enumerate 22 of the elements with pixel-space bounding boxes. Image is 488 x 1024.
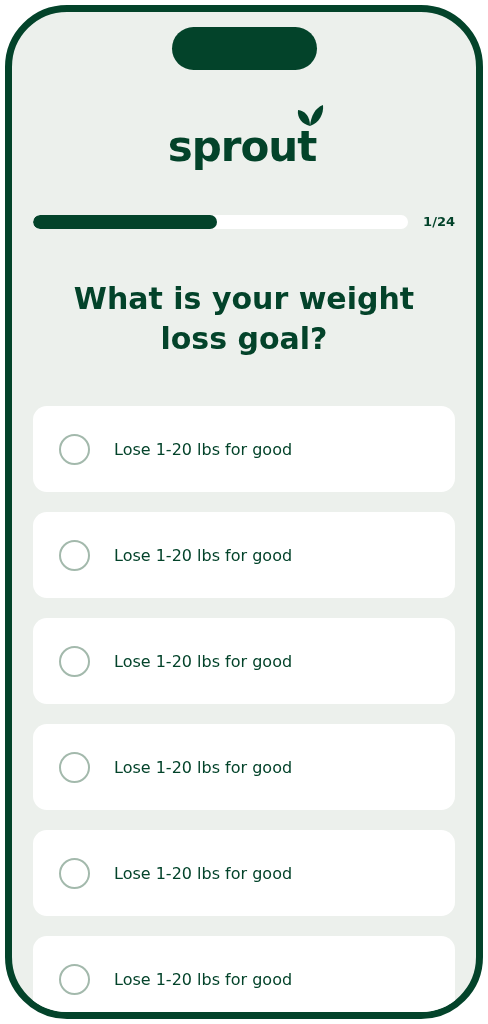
radio-button[interactable]: [59, 857, 90, 889]
radio-button[interactable]: [59, 751, 90, 783]
question-title: What is your weight loss goal?: [72, 280, 416, 358]
radio-button[interactable]: [59, 645, 90, 677]
option-label: Lose 1-20 lbs for good: [114, 757, 293, 777]
option-card[interactable]: Lose 1-20 lbs for good: [33, 936, 455, 1012]
option-label: Lose 1-20 lbs for good: [114, 969, 293, 989]
option-card[interactable]: Lose 1-20 lbs for good: [33, 406, 455, 492]
leaf-icon: [296, 104, 325, 128]
radio-button[interactable]: [59, 539, 90, 571]
option-label: Lose 1-20 lbs for good: [114, 439, 293, 459]
radio-button[interactable]: [59, 963, 90, 995]
option-label: Lose 1-20 lbs for good: [114, 651, 293, 671]
option-card[interactable]: Lose 1-20 lbs for good: [33, 830, 455, 916]
option-label: Lose 1-20 lbs for good: [114, 863, 293, 883]
step-counter: 1/24: [423, 214, 455, 229]
option-card[interactable]: Lose 1-20 lbs for good: [33, 512, 455, 598]
option-label: Lose 1-20 lbs for good: [114, 545, 293, 565]
option-card[interactable]: Lose 1-20 lbs for good: [33, 724, 455, 810]
radio-button[interactable]: [59, 433, 90, 465]
sprout-logo: sprout: [167, 126, 321, 168]
option-card[interactable]: Lose 1-20 lbs for good: [33, 618, 455, 704]
